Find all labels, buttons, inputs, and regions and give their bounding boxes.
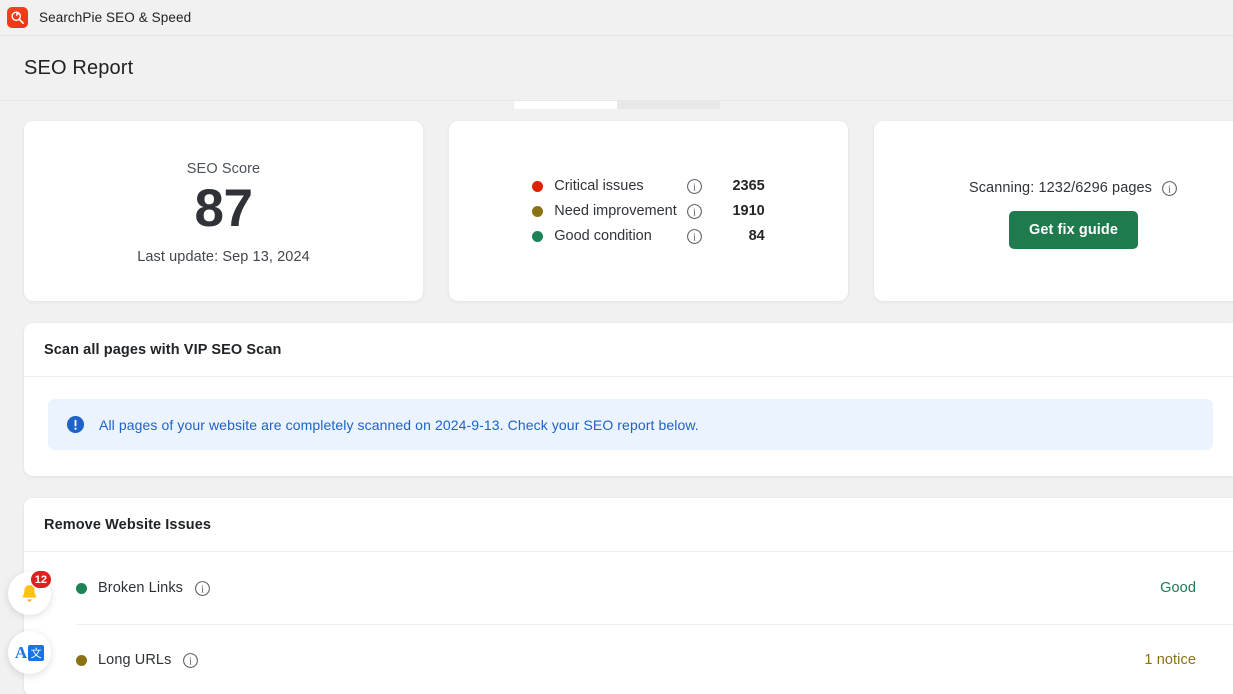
page-content: SEO Score 87 Last update: Sep 13, 2024 C…: [0, 121, 1233, 694]
svg-text:i: i: [693, 182, 696, 193]
page-scroll-area[interactable]: SEO Score 87 Last update: Sep 13, 2024 C…: [0, 101, 1233, 694]
list-item[interactable]: Broken Links i Good: [24, 552, 1233, 624]
info-icon[interactable]: i: [194, 580, 211, 597]
scanning-status-text: Scanning: 1232/6296 pages: [968, 180, 1153, 196]
clipped-tab-bar: [0, 101, 1233, 109]
app-name-label: SearchPie SEO & Speed: [39, 10, 192, 25]
scan-complete-banner: All pages of your website are completely…: [48, 399, 1213, 450]
info-icon[interactable]: i: [686, 178, 703, 195]
critical-status-dot: [532, 180, 544, 192]
info-icon[interactable]: i: [686, 203, 703, 220]
need-improvement-count: 1910: [732, 203, 765, 219]
issue-breakdown-table: Critical issues i 2365 Need improvement …: [532, 174, 765, 249]
vip-seo-scan-title: Scan all pages with VIP SEO Scan: [24, 323, 1233, 377]
svg-text:i: i: [1168, 184, 1171, 195]
need-improvement-dot-cell: [532, 199, 554, 224]
tab-clipped-1[interactable]: [513, 101, 617, 109]
broken-links-status-badge: Good: [1160, 580, 1196, 596]
good-condition-count: 84: [748, 228, 765, 244]
broken-links-status-dot: [76, 582, 87, 594]
critical-issues-dot-cell: [532, 174, 554, 199]
good-condition-label: Good condition: [554, 228, 652, 244]
app-top-bar: SearchPie SEO & Speed: [0, 0, 1233, 36]
searchpie-app-icon: [7, 7, 28, 28]
seo-score-card: SEO Score 87 Last update: Sep 13, 2024: [24, 121, 423, 301]
table-row: Critical issues i 2365: [532, 174, 765, 199]
good-condition-status-dot: [532, 230, 544, 242]
broken-links-label: Broken Links: [98, 580, 184, 596]
seo-score-value: 87: [194, 179, 253, 239]
floating-widget-stack: 12 A 文: [8, 570, 52, 674]
vip-seo-scan-body: All pages of your website are completely…: [24, 377, 1233, 476]
table-row: Good condition i 84: [532, 224, 765, 249]
page-header: SEO Report: [0, 36, 1233, 101]
issue-breakdown-card: Critical issues i 2365 Need improvement …: [449, 121, 848, 301]
scanning-status-card: Scanning: 1232/6296 pages i Get fix guid…: [874, 121, 1233, 301]
issue-row-left: Long URLs i: [76, 652, 199, 669]
critical-issues-label: Critical issues: [554, 178, 644, 194]
need-improvement-info-cell: i: [686, 199, 719, 224]
tab-clipped-2[interactable]: [616, 101, 720, 109]
info-exclamation-icon: [66, 415, 85, 434]
info-icon[interactable]: i: [182, 652, 199, 669]
issue-row-left: Broken Links i: [76, 580, 211, 597]
long-urls-label: Long URLs: [98, 652, 172, 668]
translate-fab[interactable]: A 文: [8, 631, 51, 674]
svg-text:i: i: [201, 584, 204, 595]
remove-website-issues-title: Remove Website Issues: [24, 498, 1233, 552]
translate-icon-letter: A: [14, 643, 28, 662]
scanning-status-line: Scanning: 1232/6296 pages i: [969, 180, 1178, 197]
table-row: Need improvement i 1910: [532, 199, 765, 224]
translate-icon: A 文: [14, 643, 45, 662]
svg-text:i: i: [190, 656, 193, 667]
long-urls-status-dot: [76, 654, 87, 666]
list-item[interactable]: Long URLs i 1 notice: [24, 624, 1233, 694]
long-urls-status-badge: 1 notice: [1144, 652, 1196, 668]
get-fix-guide-button[interactable]: Get fix guide: [1008, 210, 1139, 249]
info-icon[interactable]: i: [686, 228, 703, 245]
svg-text:i: i: [693, 232, 696, 243]
vip-seo-scan-card: Scan all pages with VIP SEO Scan All pag…: [24, 323, 1233, 476]
notification-count-badge: 12: [29, 570, 52, 589]
svg-text:i: i: [693, 207, 696, 218]
remove-website-issues-card: Remove Website Issues Broken Links i Goo…: [24, 498, 1233, 694]
need-improvement-label: Need improvement: [554, 203, 677, 219]
need-improvement-status-dot: [532, 205, 544, 217]
seo-score-label: SEO Score: [186, 161, 261, 178]
scan-complete-banner-text: All pages of your website are completely…: [99, 416, 699, 433]
seo-score-last-update: Last update: Sep 13, 2024: [137, 248, 310, 265]
info-icon[interactable]: i: [1161, 180, 1178, 197]
summary-card-row: SEO Score 87 Last update: Sep 13, 2024 C…: [0, 121, 1233, 301]
page-title: SEO Report: [24, 56, 134, 79]
translate-icon-glyph: 文: [28, 644, 45, 661]
critical-issues-info-cell: i: [686, 174, 719, 199]
notifications-bell-fab[interactable]: 12: [8, 570, 52, 615]
good-condition-info-cell: i: [686, 224, 719, 249]
critical-issues-count: 2365: [732, 178, 765, 194]
good-condition-dot-cell: [532, 224, 554, 249]
website-issues-list: Broken Links i Good Long URLs i 1 notice: [24, 552, 1233, 694]
